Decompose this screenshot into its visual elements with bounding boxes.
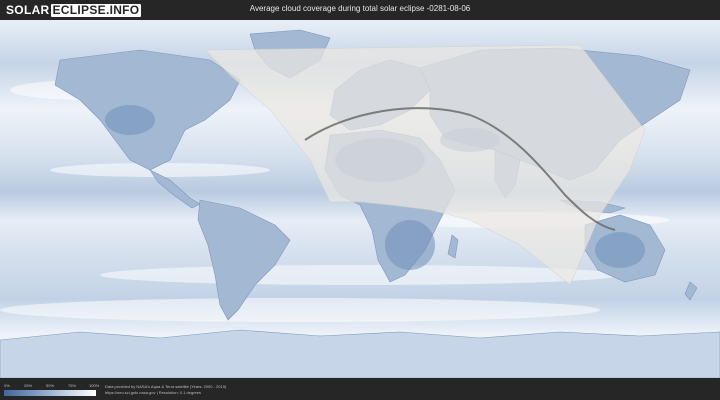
legend-ticks: 0% 25% 50% 75% 100% — [4, 383, 100, 389]
page-title: Average cloud coverage during total sola… — [249, 4, 471, 13]
logo-text-eclipse-info: ECLIPSE.INFO — [50, 2, 142, 17]
legend-tick: 25% — [24, 383, 33, 388]
legend-tick: 50% — [46, 383, 55, 388]
map-canvas — [0, 20, 720, 378]
cloud-coverage-legend — [4, 390, 96, 396]
attribution-line-2[interactable]: https://neo.sci.gsfc.nasa.gov | Resoluti… — [105, 390, 226, 396]
legend-tick: 100% — [89, 383, 100, 388]
cloud-coverage-map[interactable] — [0, 20, 720, 378]
footer-bar: 0% 25% 50% 75% 100% Data provided by NAS… — [0, 378, 720, 400]
logo-text-solar: SOLAR — [6, 3, 50, 17]
legend-tick: 0% — [4, 383, 10, 388]
antarctica — [0, 329, 720, 378]
header-bar: SOLAR ECLIPSE.INFO Average cloud coverag… — [0, 0, 720, 20]
legend-tick: 75% — [68, 383, 77, 388]
data-attribution: Data provided by NASA's Aqua & Terra sat… — [105, 384, 226, 396]
site-logo[interactable]: SOLAR ECLIPSE.INFO — [6, 2, 142, 18]
